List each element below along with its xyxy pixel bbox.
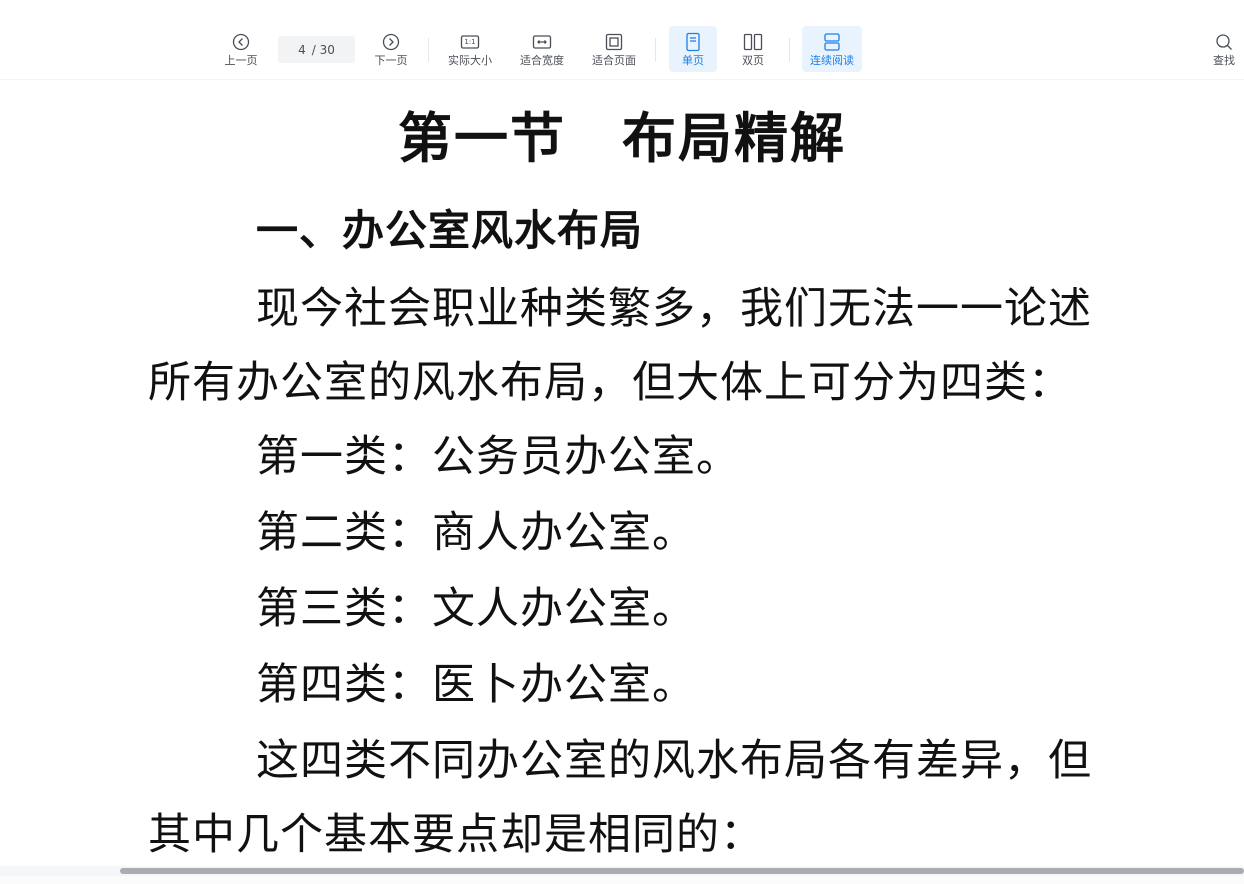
chevron-left-circle-icon: [231, 32, 251, 52]
toolbar-divider: [428, 38, 429, 62]
zoom-out-status-icon[interactable]: [1140, 877, 1152, 884]
actual-size-button[interactable]: 1:1 实际大小: [444, 26, 496, 72]
next-page-label: 下一页: [374, 54, 408, 67]
list-item: 第一类：公务员办公室。: [256, 432, 740, 482]
section-name: 布局精解: [622, 107, 846, 170]
fullscreen-status-icon[interactable]: [1222, 877, 1234, 884]
single-page-button[interactable]: 单页: [669, 26, 717, 72]
next-page-button[interactable]: 下一页: [370, 26, 412, 72]
section-title: 第一节 布局精解: [0, 94, 1244, 173]
list-item: 第二类：商人办公室。: [256, 508, 696, 558]
scrollbar-thumb[interactable]: [120, 868, 1244, 874]
prev-page-label: 上一页: [224, 54, 258, 67]
continuous-scroll-icon: [822, 32, 842, 52]
search-button[interactable]: 查找: [1206, 26, 1242, 72]
toolbar-divider: [789, 38, 790, 62]
paragraph-line: 这四类不同办公室的风水布局各有差异，但: [256, 736, 1092, 786]
fit-page-label: 适合页面: [592, 54, 636, 67]
two-page-status-icon[interactable]: [1027, 877, 1039, 884]
list-item: 第三类：文人办公室。: [256, 584, 696, 634]
current-page[interactable]: 4: [298, 43, 306, 57]
fit-page-status-icon[interactable]: [1083, 877, 1095, 884]
total-pages: / 30: [311, 42, 335, 57]
status-bar: [0, 876, 1244, 884]
fit-width-button[interactable]: 适合宽度: [516, 26, 568, 72]
viewer-toolbar: 上一页 4 / 30 下一页 1:1 实际大小 适合宽度 适合页面 单页 双页 …: [0, 0, 1244, 80]
paragraph-line: 现今社会职业种类繁多，我们无法一一论述: [256, 284, 1092, 334]
two-page-button[interactable]: 双页: [731, 26, 775, 72]
continuous-reading-label: 连续阅读: [810, 54, 854, 67]
subsection-heading: 一、办公室风水布局: [256, 206, 644, 255]
actual-size-label: 实际大小: [448, 54, 492, 67]
zoom-in-status-icon[interactable]: [1180, 877, 1192, 884]
section-number: 第一节: [398, 107, 566, 170]
search-label: 查找: [1213, 54, 1235, 67]
paragraph-line: 其中几个基本要点却是相同的：: [148, 810, 764, 860]
fit-page-icon: [604, 32, 624, 52]
horizontal-scrollbar[interactable]: [0, 866, 1244, 876]
continuous-reading-button[interactable]: 连续阅读: [802, 26, 862, 72]
list-item: 第四类：医卜办公室。: [256, 660, 696, 710]
actual-size-icon: 1:1: [460, 32, 480, 52]
actual-size-icon-text: 1:1: [464, 38, 476, 46]
single-page-label: 单页: [682, 54, 704, 67]
toolbar-divider: [655, 38, 656, 62]
two-page-label: 双页: [742, 54, 764, 67]
chevron-right-circle-icon: [381, 32, 401, 52]
search-icon: [1214, 32, 1234, 52]
prev-page-button[interactable]: 上一页: [220, 26, 262, 72]
fit-width-icon: [532, 32, 552, 52]
fit-page-button[interactable]: 适合页面: [588, 26, 640, 72]
single-page-status-icon[interactable]: [987, 877, 999, 884]
single-page-icon: [683, 32, 703, 52]
two-page-icon: [743, 32, 763, 52]
page-number-input[interactable]: 4 / 30: [278, 36, 355, 63]
document-page: 第一节 布局精解 一、办公室风水布局 现今社会职业种类繁多，我们无法一一论述 所有…: [0, 80, 1244, 866]
paragraph-line: 所有办公室的风水布局，但大体上可分为四类：: [148, 358, 1072, 408]
fit-width-label: 适合宽度: [520, 54, 564, 67]
